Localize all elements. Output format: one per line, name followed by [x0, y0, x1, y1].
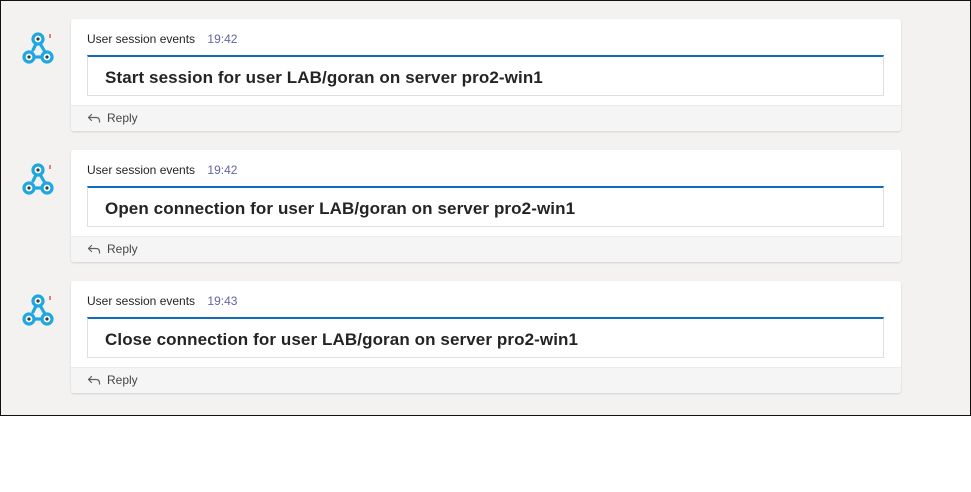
- message-header: User session events 19:42: [87, 32, 237, 46]
- reply-label: Reply: [107, 242, 138, 256]
- webhook-icon[interactable]: [17, 28, 59, 70]
- message-card: User session events 19:42 Start session …: [71, 19, 901, 131]
- event-text: Close connection for user LAB/goran on s…: [105, 330, 579, 349]
- conversation-pane: User session events 19:42 Start session …: [0, 0, 971, 416]
- reply-button[interactable]: Reply: [71, 105, 901, 131]
- adaptive-card: Close connection for user LAB/goran on s…: [87, 317, 884, 358]
- message-card: User session events 19:43 Close connecti…: [71, 281, 901, 393]
- message-timestamp[interactable]: 19:42: [207, 32, 237, 46]
- adaptive-card: Open connection for user LAB/goran on se…: [87, 186, 884, 227]
- reply-arrow-icon: [87, 375, 101, 385]
- message-card: User session events 19:42 Open connectio…: [71, 150, 901, 262]
- message-timestamp[interactable]: 19:42: [207, 163, 237, 177]
- reply-arrow-icon: [87, 113, 101, 123]
- event-text: Open connection for user LAB/goran on se…: [105, 199, 576, 218]
- reply-button[interactable]: Reply: [71, 236, 901, 262]
- message-timestamp[interactable]: 19:43: [207, 294, 237, 308]
- sender-name[interactable]: User session events: [87, 163, 195, 177]
- sender-name[interactable]: User session events: [87, 32, 195, 46]
- reply-label: Reply: [107, 373, 138, 387]
- webhook-icon[interactable]: [17, 159, 59, 201]
- reply-arrow-icon: [87, 244, 101, 254]
- webhook-icon[interactable]: [17, 290, 59, 332]
- message-header: User session events 19:43: [87, 294, 237, 308]
- reply-label: Reply: [107, 111, 138, 125]
- sender-name[interactable]: User session events: [87, 294, 195, 308]
- event-text: Start session for user LAB/goran on serv…: [105, 68, 543, 87]
- reply-button[interactable]: Reply: [71, 367, 901, 393]
- message-header: User session events 19:42: [87, 163, 237, 177]
- adaptive-card: Start session for user LAB/goran on serv…: [87, 55, 884, 96]
